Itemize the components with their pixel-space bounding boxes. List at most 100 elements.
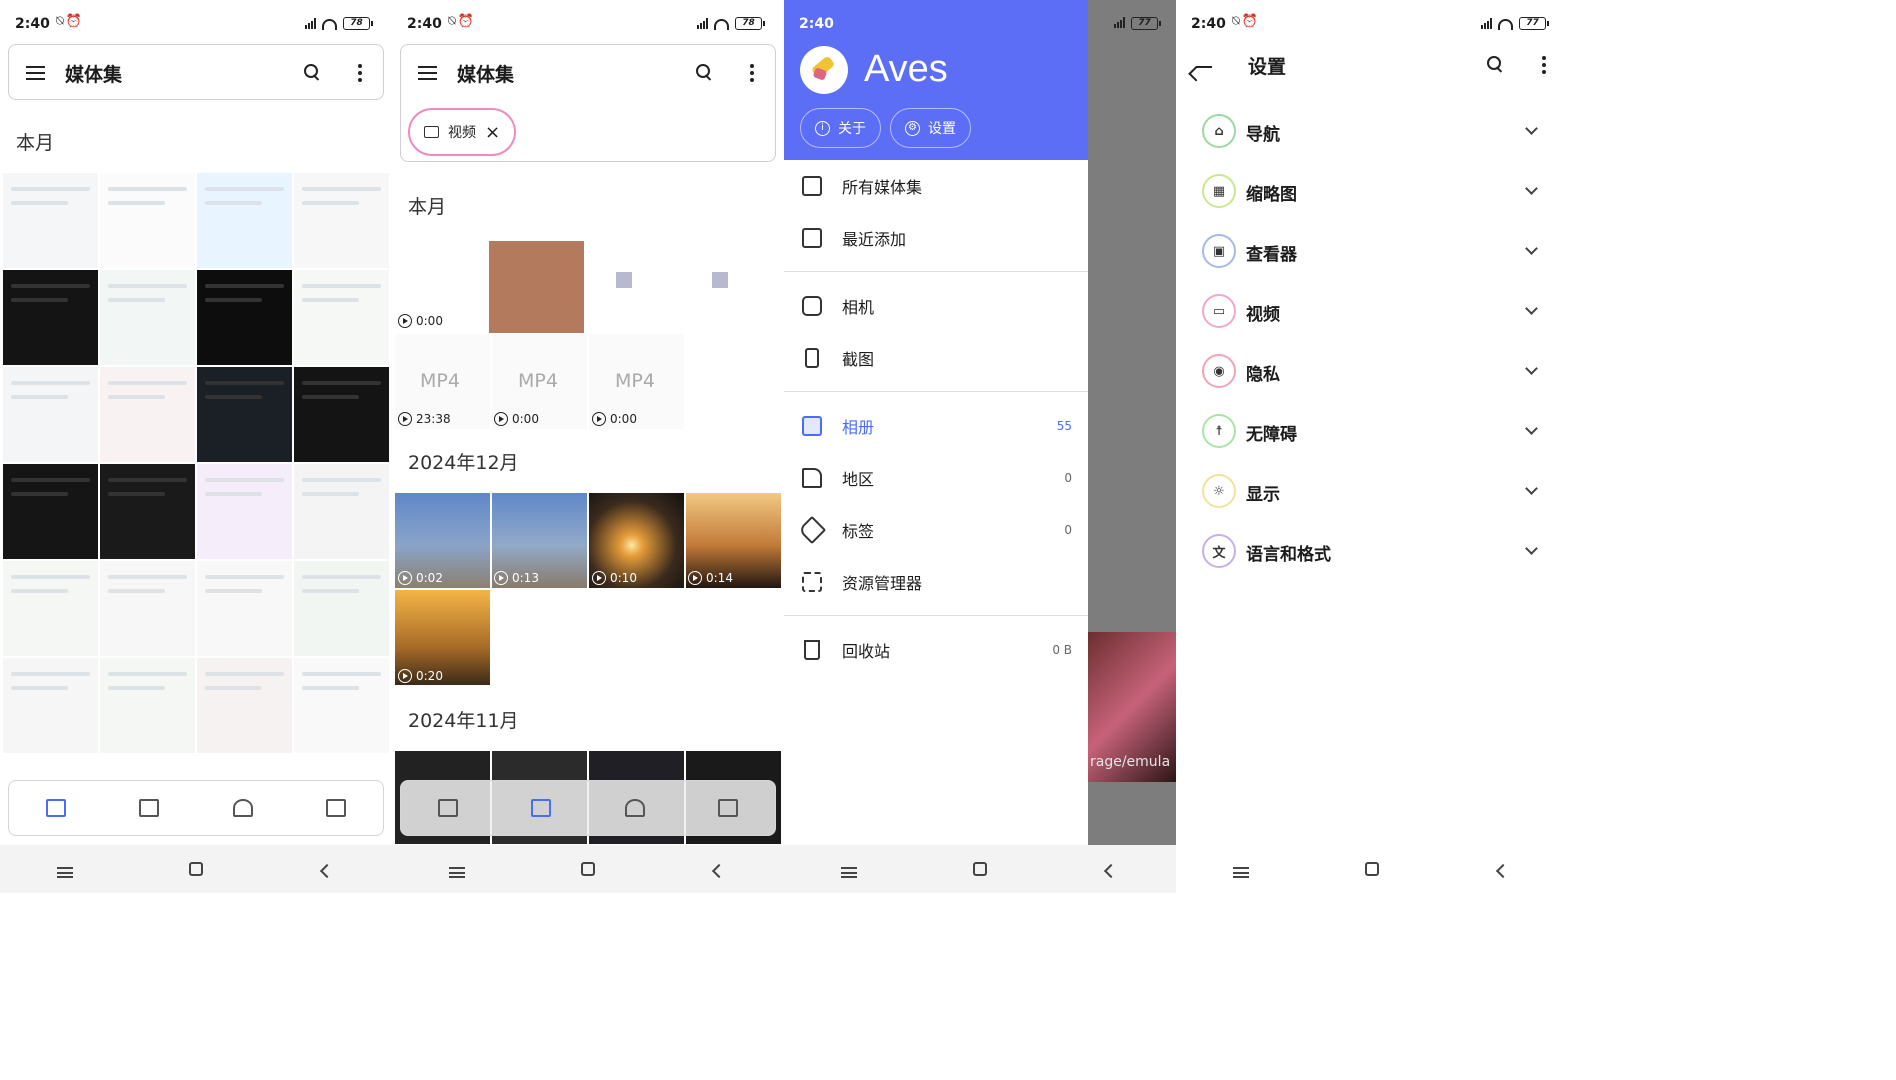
- settings-button[interactable]: ⚙ 设置: [890, 108, 971, 148]
- home-button[interactable]: [176, 857, 216, 881]
- translate-icon: 文: [1202, 534, 1236, 568]
- drawer-item-places[interactable]: 地区 0: [784, 452, 1088, 504]
- collection-nav-icon[interactable]: [45, 799, 66, 817]
- media-thumbnail[interactable]: [2, 269, 99, 366]
- drawer-item-all-collection[interactable]: 所有媒体集: [784, 160, 1088, 212]
- video-filter-chip[interactable]: 视频 ×: [408, 108, 517, 156]
- more-options-icon[interactable]: [750, 64, 754, 82]
- settings-row-translate[interactable]: 文语言和格式: [1200, 524, 1544, 576]
- drawer-item-screenshots[interactable]: 截图: [784, 332, 1088, 384]
- about-button[interactable]: i 关于: [800, 108, 881, 148]
- settings-app-bar: 设置: [1176, 44, 1568, 92]
- media-thumbnail[interactable]: [293, 560, 390, 657]
- mp4-placeholder-label: MP4: [518, 370, 558, 392]
- settings-row-home[interactable]: ⌂ 导航: [1200, 104, 1544, 156]
- drawer-item-explorer[interactable]: 资源管理器: [784, 556, 1088, 608]
- media-thumbnail[interactable]: [293, 463, 390, 560]
- search-icon[interactable]: [696, 64, 712, 80]
- menu-icon[interactable]: [26, 66, 45, 80]
- menu-icon[interactable]: [418, 66, 437, 80]
- favorites-nav-icon[interactable]: [232, 799, 253, 817]
- home-icon: ⌂: [1202, 114, 1236, 148]
- settings-row-shield[interactable]: ◉ 隐私: [1200, 344, 1544, 396]
- media-thumbnail[interactable]: [2, 366, 99, 463]
- settings-row-grid[interactable]: ▦ 缩略图: [1200, 164, 1544, 216]
- favorites-nav-icon[interactable]: [624, 799, 645, 817]
- media-thumbnail[interactable]: [293, 366, 390, 463]
- settings-row-accessibility[interactable]: ☨ 无障碍: [1200, 404, 1544, 456]
- media-thumbnail[interactable]: [196, 657, 293, 754]
- search-icon[interactable]: [1487, 56, 1503, 72]
- video-thumbnail-placeholder: [712, 272, 728, 288]
- videos-nav-icon[interactable]: [531, 799, 552, 817]
- chevron-down-icon[interactable]: [1525, 542, 1538, 555]
- media-thumbnail[interactable]: [293, 269, 390, 366]
- media-thumbnail[interactable]: [293, 657, 390, 754]
- home-button[interactable]: [1352, 857, 1392, 881]
- chevron-down-icon[interactable]: [1525, 422, 1538, 435]
- media-thumbnail[interactable]: [99, 366, 196, 463]
- recents-button[interactable]: [45, 857, 85, 881]
- media-thumbnail[interactable]: [196, 172, 293, 269]
- more-options-icon[interactable]: [358, 64, 362, 82]
- back-button[interactable]: [699, 857, 739, 881]
- back-arrow-icon[interactable]: [1196, 66, 1212, 68]
- places-count: 0: [1064, 471, 1072, 485]
- media-thumbnail[interactable]: [196, 560, 293, 657]
- chevron-down-icon[interactable]: [1525, 302, 1538, 315]
- chevron-down-icon[interactable]: [1525, 182, 1538, 195]
- search-icon[interactable]: [304, 64, 320, 80]
- drawer-item-recent[interactable]: 最近添加: [784, 212, 1088, 264]
- media-thumbnail[interactable]: [2, 560, 99, 657]
- drawer-item-camera[interactable]: 相机: [784, 280, 1088, 332]
- media-thumbnail[interactable]: [2, 172, 99, 269]
- duration-label: 0:00: [494, 412, 539, 426]
- media-thumbnail[interactable]: [196, 269, 293, 366]
- signal-icon: [305, 18, 316, 29]
- media-thumbnail[interactable]: [2, 463, 99, 560]
- media-thumbnail[interactable]: [99, 463, 196, 560]
- recents-button[interactable]: [829, 857, 869, 881]
- albums-nav-icon[interactable]: [718, 799, 739, 817]
- drawer-item-tags[interactable]: 标签 0: [784, 504, 1088, 556]
- media-thumbnail[interactable]: [99, 269, 196, 366]
- video-thumbnail[interactable]: [488, 240, 585, 337]
- back-button[interactable]: [1483, 857, 1523, 881]
- media-thumbnail[interactable]: [2, 657, 99, 754]
- back-button[interactable]: [1091, 857, 1131, 881]
- chevron-down-icon[interactable]: [1525, 122, 1538, 135]
- camera-icon: [802, 296, 822, 316]
- settings-row-image[interactable]: ▣ 查看器: [1200, 224, 1544, 276]
- media-thumbnail[interactable]: [99, 560, 196, 657]
- videos-nav-icon[interactable]: [139, 799, 160, 817]
- status-time: 2:40: [407, 16, 442, 32]
- battery-icon: 77: [1519, 17, 1549, 30]
- home-button[interactable]: [960, 857, 1000, 881]
- home-button[interactable]: [568, 857, 608, 881]
- signal-icon: [697, 18, 708, 29]
- back-button[interactable]: [307, 857, 347, 881]
- mp4-placeholder-label: MP4: [615, 370, 655, 392]
- media-thumbnail[interactable]: [99, 172, 196, 269]
- media-thumbnail[interactable]: [293, 172, 390, 269]
- recents-button[interactable]: [437, 857, 477, 881]
- chevron-down-icon[interactable]: [1525, 482, 1538, 495]
- collection-nav-icon[interactable]: [437, 799, 458, 817]
- chevron-down-icon[interactable]: [1525, 242, 1538, 255]
- page-title: 设置: [1248, 56, 1287, 78]
- chevron-down-icon[interactable]: [1525, 362, 1538, 375]
- more-options-icon[interactable]: [1542, 56, 1546, 74]
- recents-button[interactable]: [1221, 857, 1261, 881]
- settings-row-sun[interactable]: ☼ 显示: [1200, 464, 1544, 516]
- drawer-item-albums[interactable]: 相册 55: [784, 400, 1088, 452]
- media-thumbnail[interactable]: [196, 463, 293, 560]
- close-icon[interactable]: ×: [485, 122, 500, 143]
- media-thumbnail[interactable]: [196, 366, 293, 463]
- play-icon: [592, 412, 606, 426]
- collection-icon: [802, 176, 822, 196]
- duration-label: 0:00: [398, 314, 443, 328]
- drawer-item-bin[interactable]: 回收站 0 B: [784, 624, 1088, 676]
- settings-row-movie[interactable]: ▭ 视频: [1200, 284, 1544, 336]
- albums-nav-icon[interactable]: [326, 799, 347, 817]
- media-thumbnail[interactable]: [99, 657, 196, 754]
